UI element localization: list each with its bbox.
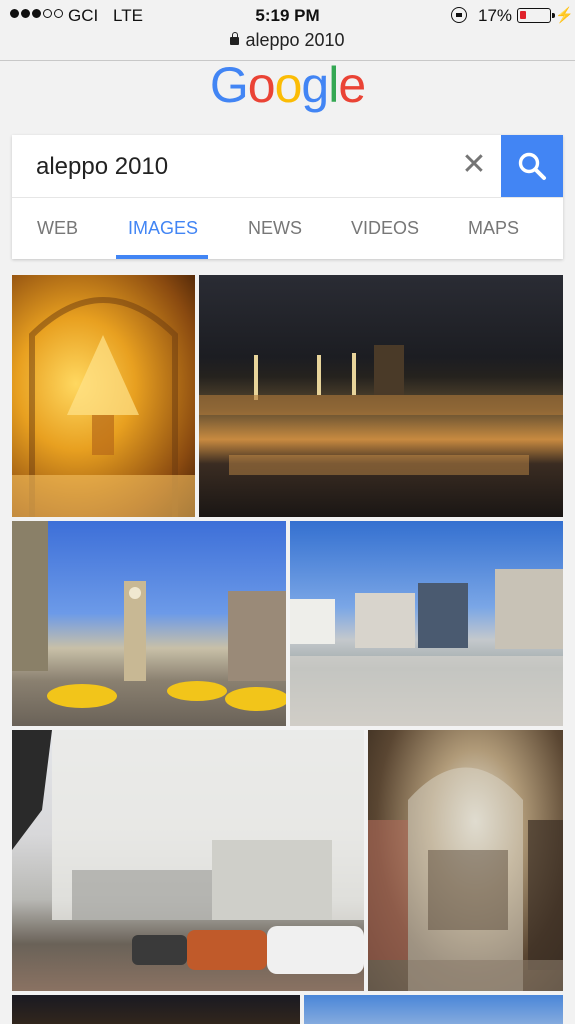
logo-letter: o — [274, 57, 303, 113]
logo-letter: l — [328, 57, 339, 113]
logo-letter: g — [301, 57, 329, 113]
image-result-blue-sky-buildings[interactable] — [304, 995, 563, 1024]
image-result-souk-interior[interactable] — [12, 275, 195, 517]
tab-maps[interactable]: MAPS — [468, 218, 519, 239]
clear-search-icon[interactable]: ✕ — [458, 149, 490, 181]
image-result-city-square[interactable] — [290, 521, 563, 726]
skyline-scene — [199, 345, 563, 475]
image-result-corner-building[interactable] — [12, 730, 364, 991]
search-icon — [518, 152, 546, 180]
address-text: aleppo 2010 — [245, 30, 345, 50]
image-result-clock-tower[interactable] — [12, 521, 286, 726]
clock-tower-scene — [12, 521, 286, 711]
battery-icon — [517, 8, 555, 23]
search-button[interactable] — [501, 135, 563, 197]
status-bar: GCI LTE 5:19 PM 17% ⚡ — [0, 0, 575, 32]
logo-letter: o — [247, 57, 276, 113]
google-logo[interactable]: Google — [0, 56, 575, 114]
tab-news[interactable]: NEWS — [248, 218, 302, 239]
search-card: aleppo 2010 ✕ WEB IMAGES NEWS VIDEOS MAP… — [12, 135, 563, 259]
corner-building-scene — [12, 730, 364, 974]
image-result-night-skyline[interactable] — [199, 275, 563, 517]
search-input[interactable]: aleppo 2010 — [36, 153, 168, 181]
address-bar[interactable]: aleppo 2010 — [0, 30, 575, 54]
search-tabs: WEB IMAGES NEWS VIDEOS MAPS — [12, 197, 563, 259]
image-result-dark-dome[interactable] — [12, 995, 300, 1024]
battery-percentage: 17% — [478, 6, 513, 25]
vaulted-market-scene — [368, 767, 563, 991]
logo-letter: e — [338, 57, 366, 113]
city-square-scene — [290, 569, 563, 726]
image-result-vaulted-market[interactable] — [368, 730, 563, 991]
secure-lock-icon — [230, 32, 240, 45]
souk-scene — [12, 297, 195, 517]
logo-letter: G — [209, 57, 249, 113]
tab-videos[interactable]: VIDEOS — [351, 218, 419, 239]
charging-bolt-icon: ⚡ — [555, 7, 574, 24]
tab-web[interactable]: WEB — [37, 218, 78, 239]
tab-images[interactable]: IMAGES — [128, 218, 198, 239]
rotation-lock-icon — [451, 7, 467, 23]
active-tab-indicator — [116, 255, 208, 259]
